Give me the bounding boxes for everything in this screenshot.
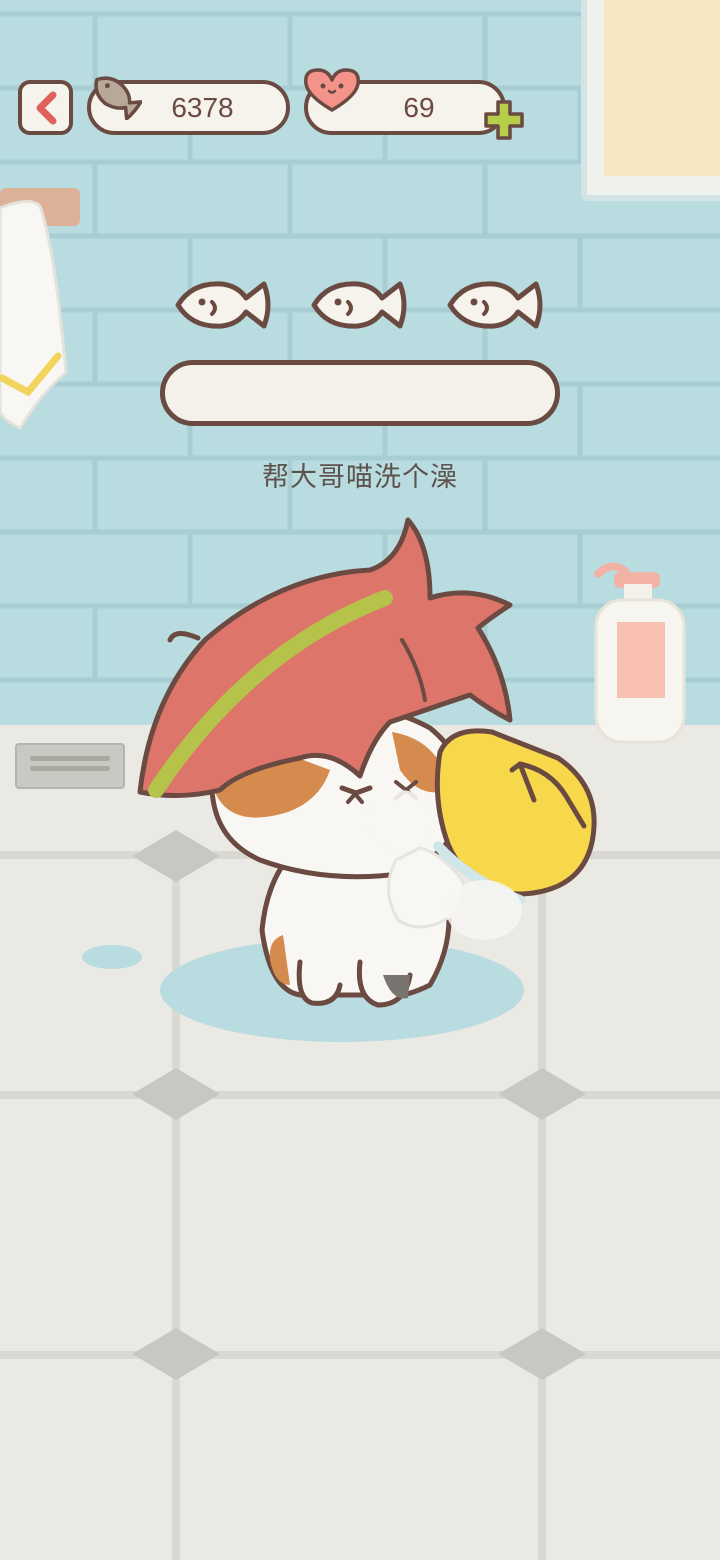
chevron-left-icon — [36, 91, 56, 124]
plus-icon — [484, 100, 524, 140]
task-instruction: 帮大哥喵洗个澡 — [262, 462, 458, 493]
task-progress-bar — [160, 360, 560, 426]
goal-fish-3-icon — [447, 281, 543, 329]
bathroom-scene: 6378 69 帮大哥喵洗个澡 — [0, 0, 720, 1560]
goal-fish-2-icon — [311, 281, 407, 329]
back-button[interactable] — [18, 80, 73, 135]
heart-count: 69 — [403, 91, 435, 123]
fish-icon — [94, 76, 142, 120]
shower-brush-icon — [433, 728, 597, 905]
fish-count: 6378 — [171, 91, 234, 123]
heart-icon — [304, 68, 360, 112]
cat-character[interactable] — [0, 0, 720, 1560]
goal-fish-1-icon — [175, 281, 271, 329]
add-hearts-button[interactable] — [483, 99, 525, 141]
